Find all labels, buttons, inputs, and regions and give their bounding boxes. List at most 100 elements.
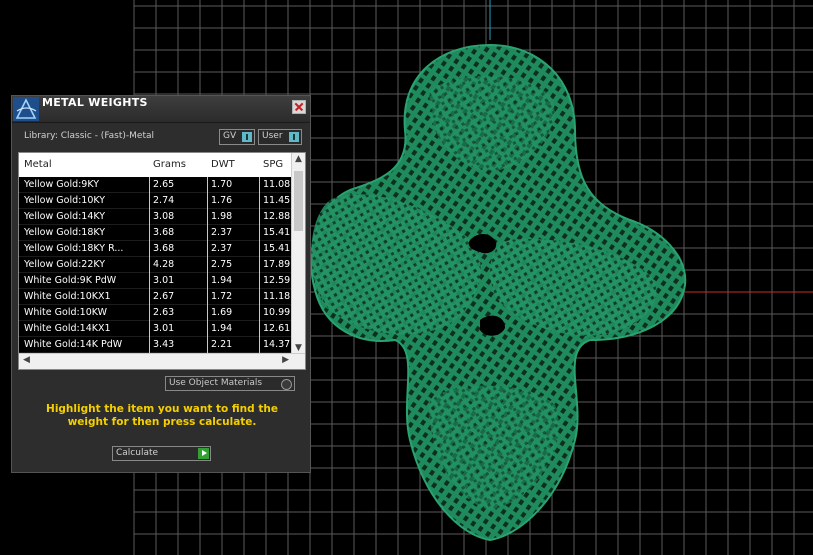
dwt-cell: 1.94 — [211, 323, 233, 334]
table-row[interactable]: Yellow Gold:22KY 4.28 2.75 17.89 — [19, 257, 293, 273]
vertical-scroll-thumb[interactable] — [294, 171, 303, 231]
metal-cell: Yellow Gold:10KY — [24, 195, 106, 206]
column-divider — [207, 241, 208, 257]
user-toggle[interactable]: User — [258, 129, 302, 145]
metal-cell: White Gold:14K PdW — [24, 339, 123, 350]
grams-cell: 3.43 — [153, 339, 175, 350]
spg-cell: 11.45 — [263, 195, 291, 206]
library-label: Library: Classic - (Fast)-Metal — [24, 131, 155, 141]
column-divider — [259, 225, 260, 241]
metal-cell: White Gold:9K PdW — [24, 275, 117, 286]
table-row[interactable]: Yellow Gold:18KY 3.68 2.37 15.41 — [19, 225, 293, 241]
metal-cell: Yellow Gold:18KY R... — [24, 243, 124, 254]
toggle-switch-icon — [242, 132, 252, 142]
panel-titlebar[interactable]: METAL WEIGHTS — [12, 96, 310, 123]
column-divider — [259, 241, 260, 257]
column-divider — [207, 321, 208, 337]
column-header-dwt[interactable]: DWT — [211, 159, 259, 170]
column-divider — [149, 241, 150, 257]
table-row[interactable]: Yellow Gold:9KY 2.65 1.70 11.08 — [19, 177, 293, 193]
column-divider — [207, 305, 208, 321]
table-row[interactable]: Yellow Gold:14KY 3.08 1.98 12.88 — [19, 209, 293, 225]
column-divider — [259, 209, 260, 225]
table-row[interactable]: White Gold:14KX1 3.01 1.94 12.61 — [19, 321, 293, 337]
scroll-down-icon[interactable]: ▼ — [295, 343, 302, 353]
column-divider — [259, 321, 260, 337]
dwt-cell: 2.21 — [211, 339, 233, 350]
toggle-switch-icon — [289, 132, 299, 142]
horizontal-scrollbar[interactable]: ◀ ▶ — [19, 353, 305, 369]
scroll-right-icon[interactable]: ▶ — [282, 355, 289, 365]
column-header-grams[interactable]: Grams — [153, 159, 205, 170]
spg-cell: 12.61 — [263, 323, 291, 334]
grams-cell: 3.08 — [153, 211, 175, 222]
spg-cell: 11.08 — [263, 179, 291, 190]
close-button[interactable] — [292, 100, 306, 114]
spg-cell: 15.41 — [263, 227, 291, 238]
dwt-cell: 1.72 — [211, 291, 233, 302]
table-row[interactable]: Yellow Gold:18KY R... 3.68 2.37 15.41 — [19, 241, 293, 257]
column-divider — [149, 305, 150, 321]
column-divider — [259, 257, 260, 273]
metal-table[interactable]: Metal Grams DWT SPG Yellow Gold:9KY 2.65 1… — [18, 152, 306, 370]
grams-cell: 3.68 — [153, 227, 175, 238]
column-divider — [259, 193, 260, 209]
column-divider — [149, 177, 150, 193]
table-row[interactable]: White Gold:10KX1 2.67 1.72 11.18 — [19, 289, 293, 305]
dwt-cell: 1.70 — [211, 179, 233, 190]
table-row[interactable]: Yellow Gold:10KY 2.74 1.76 11.45 — [19, 193, 293, 209]
table-body: Yellow Gold:9KY 2.65 1.70 11.08 Yellow Gold:… — [19, 177, 293, 353]
column-divider — [149, 273, 150, 289]
gv-toggle[interactable]: GV — [219, 129, 255, 145]
grams-cell: 2.63 — [153, 307, 175, 318]
panel-title: METAL WEIGHTS — [42, 96, 148, 109]
metal-weights-panel: METAL WEIGHTS Library: Classic - (Fast)-… — [11, 95, 311, 473]
metal-cell: White Gold:10KX1 — [24, 291, 111, 302]
dwt-cell: 2.37 — [211, 243, 233, 254]
calculate-button[interactable]: Calculate — [112, 446, 211, 461]
use-object-materials-option[interactable]: Use Object Materials — [165, 376, 295, 391]
grams-cell: 3.01 — [153, 275, 175, 286]
scroll-left-icon[interactable]: ◀ — [23, 355, 30, 365]
metal-cell: White Gold:10KW — [24, 307, 108, 318]
column-divider — [259, 273, 260, 289]
column-divider — [149, 257, 150, 273]
table-row[interactable]: White Gold:10KW 2.63 1.69 10.99 — [19, 305, 293, 321]
dwt-cell: 2.37 — [211, 227, 233, 238]
column-header-metal[interactable]: Metal — [24, 159, 148, 170]
spg-cell: 10.99 — [263, 307, 291, 318]
spg-cell: 15.41 — [263, 243, 291, 254]
vertical-scrollbar[interactable]: ▲ ▼ — [291, 153, 305, 354]
table-row[interactable]: White Gold:14K PdW 3.43 2.21 14.37 — [19, 337, 293, 353]
column-divider — [207, 257, 208, 273]
play-arrow-icon — [198, 448, 209, 459]
table-header: Metal Grams DWT SPG — [19, 153, 293, 177]
grams-cell: 2.65 — [153, 179, 175, 190]
column-divider — [149, 225, 150, 241]
column-header-spg[interactable]: SPG — [263, 159, 293, 170]
user-toggle-label: User — [262, 131, 283, 141]
dwt-cell: 1.94 — [211, 275, 233, 286]
grams-cell: 4.28 — [153, 259, 175, 270]
instruction-text: Highlight the item you want to find the … — [46, 403, 278, 428]
column-divider — [259, 177, 260, 193]
metal-cell: Yellow Gold:18KY — [24, 227, 106, 238]
grams-cell: 3.01 — [153, 323, 175, 334]
column-divider — [259, 305, 260, 321]
column-divider — [149, 193, 150, 209]
spg-cell: 11.18 — [263, 291, 291, 302]
column-divider — [149, 337, 150, 353]
grams-cell: 2.74 — [153, 195, 175, 206]
gv-toggle-label: GV — [223, 131, 237, 141]
spg-cell: 14.37 — [263, 339, 291, 350]
column-divider — [149, 209, 150, 225]
dwt-cell: 1.76 — [211, 195, 233, 206]
column-divider — [207, 273, 208, 289]
column-divider — [207, 225, 208, 241]
scroll-up-icon[interactable]: ▲ — [295, 154, 302, 164]
spg-cell: 12.59 — [263, 275, 291, 286]
table-row[interactable]: White Gold:9K PdW 3.01 1.94 12.59 — [19, 273, 293, 289]
metal-cell: White Gold:14KX1 — [24, 323, 111, 334]
radio-button-icon[interactable] — [281, 379, 292, 390]
metal-cell: Yellow Gold:9KY — [24, 179, 100, 190]
